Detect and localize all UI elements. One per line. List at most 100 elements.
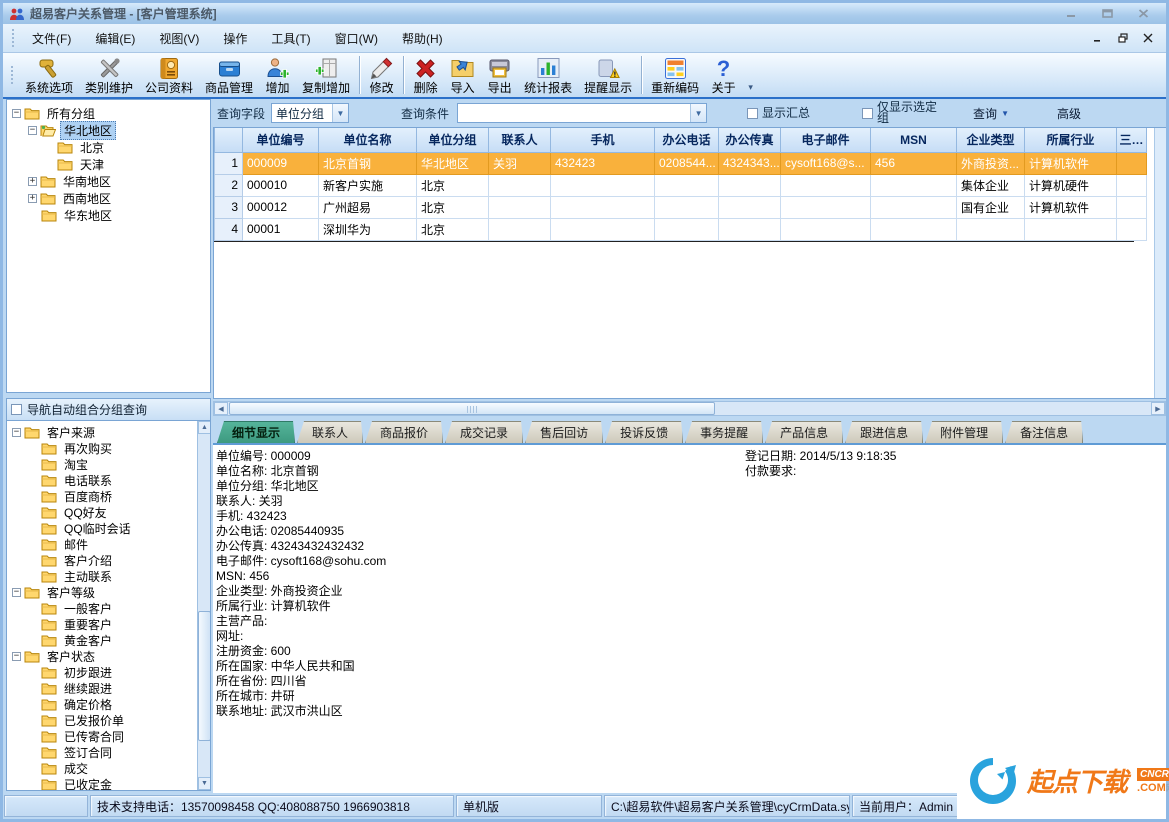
tab-item[interactable]: 商品报价 (365, 421, 443, 443)
tree-item[interactable]: QQ临时会话 (7, 520, 196, 536)
tree-item-label[interactable]: 客户介绍 (61, 552, 115, 569)
chevron-down-icon[interactable]: ▼ (690, 104, 706, 122)
tree-item-label[interactable]: 华东地区 (61, 207, 115, 224)
table-cell[interactable]: 456 (871, 152, 957, 174)
tree-item-label[interactable]: 客户等级 (44, 584, 98, 601)
tree-item[interactable]: 淘宝 (7, 456, 196, 472)
tree-item[interactable]: 北京 (7, 139, 210, 156)
table-cell[interactable] (719, 196, 781, 218)
table-cell[interactable]: 000010 (243, 174, 319, 196)
table-cell[interactable]: 432423 (551, 152, 655, 174)
query-field-combo[interactable]: 单位分组 ▼ (271, 103, 349, 123)
table-cell[interactable] (1117, 196, 1147, 218)
show-summary-checkbox[interactable]: 显示汇总 (747, 108, 810, 119)
expand-icon[interactable]: + (28, 177, 37, 186)
tree-item-label[interactable]: 已传寄合同 (61, 728, 127, 745)
toolbar-button[interactable]: 公司资料 (139, 53, 199, 97)
table-cell[interactable]: 计算机软件 (1025, 196, 1117, 218)
tree-item-label[interactable]: 重要客户 (61, 616, 115, 633)
tree-item-label[interactable]: 淘宝 (61, 456, 91, 473)
menu-item[interactable]: 编辑(E) (83, 26, 147, 51)
scrollbar-thumb[interactable] (229, 402, 715, 415)
table-cell[interactable]: 华北地区 (417, 152, 489, 174)
tree-item-label[interactable]: 邮件 (61, 536, 91, 553)
grid-vertical-scrollbar[interactable] (1154, 128, 1166, 398)
collapse-icon[interactable]: − (12, 652, 21, 661)
tree-item-label[interactable]: 客户状态 (44, 648, 98, 665)
table-cell[interactable]: 北京 (417, 196, 489, 218)
tree-item-label[interactable]: 再次购买 (61, 440, 115, 457)
tree-item-label[interactable]: 西南地区 (60, 190, 114, 207)
table-cell[interactable]: 0208544... (655, 152, 719, 174)
table-cell[interactable]: 计算机软件 (1025, 152, 1117, 174)
mdi-close-button[interactable] (1140, 31, 1156, 45)
tree-item[interactable]: 天津 (7, 156, 210, 173)
table-cell[interactable] (719, 218, 781, 240)
close-button[interactable] (1130, 7, 1156, 21)
tree-item-label[interactable]: 天津 (77, 156, 107, 173)
table-cell[interactable] (655, 174, 719, 196)
tab-item[interactable]: 投诉反馈 (605, 421, 683, 443)
table-cell[interactable]: 新客户实施 (319, 174, 417, 196)
tree-item-label[interactable]: 继续跟进 (61, 680, 115, 697)
tree-item-label[interactable]: 初步跟进 (61, 664, 115, 681)
tree-item-label[interactable]: 黄金客户 (61, 632, 115, 649)
toolbar-button[interactable]: 导入 (444, 53, 481, 97)
tab-item[interactable]: 事务提醒 (685, 421, 763, 443)
scroll-right-icon[interactable]: ▶ (1151, 402, 1165, 415)
table-cell[interactable] (719, 174, 781, 196)
table-cell[interactable] (781, 174, 871, 196)
tree-item[interactable]: 百度商桥 (7, 488, 196, 504)
table-cell[interactable]: 4324343... (719, 152, 781, 174)
table-cell[interactable] (489, 196, 551, 218)
tree-item[interactable]: QQ好友 (7, 504, 196, 520)
mdi-restore-button[interactable] (1115, 31, 1131, 45)
column-header[interactable]: 三… (1117, 128, 1147, 152)
table-cell[interactable] (871, 174, 957, 196)
menu-item[interactable]: 文件(F) (20, 26, 83, 51)
table-row[interactable]: 3000012广州超易北京国有企业计算机软件 (215, 196, 1147, 218)
tree-item[interactable]: 华东地区 (7, 207, 210, 224)
tree-item[interactable]: − 所有分组 (7, 105, 210, 122)
tree-item-label[interactable]: 百度商桥 (61, 488, 115, 505)
scroll-up-icon[interactable]: ▲ (198, 421, 211, 434)
table-row[interactable]: 2000010新客户实施北京集体企业计算机硬件 (215, 174, 1147, 196)
grid-horizontal-scrollbar[interactable]: ◀ ▶ (213, 401, 1166, 416)
tree-item[interactable]: 一般客户 (7, 600, 196, 616)
tab-item[interactable]: 跟进信息 (845, 421, 923, 443)
table-cell[interactable]: 北京 (417, 218, 489, 240)
menu-item[interactable]: 帮助(H) (390, 26, 455, 51)
collapse-icon[interactable]: − (28, 126, 37, 135)
maximize-button[interactable] (1094, 7, 1120, 21)
tree-item-label[interactable]: 电话联系 (61, 472, 115, 489)
collapse-icon[interactable]: − (12, 109, 21, 118)
menu-item[interactable]: 视图(V) (147, 26, 211, 51)
tab-item[interactable]: 产品信息 (765, 421, 843, 443)
table-cell[interactable]: 00001 (243, 218, 319, 240)
query-condition-combo[interactable]: ▼ (457, 103, 707, 123)
table-cell[interactable]: 关羽 (489, 152, 551, 174)
table-cell[interactable] (781, 218, 871, 240)
tree-item-label[interactable]: 华南地区 (60, 173, 114, 190)
table-cell[interactable]: 北京 (417, 174, 489, 196)
tree-item[interactable]: − 客户等级 (7, 584, 196, 600)
column-header[interactable]: 办公传真 (719, 128, 781, 152)
table-cell[interactable] (489, 174, 551, 196)
advanced-button[interactable]: 高级 (1049, 103, 1089, 124)
scroll-left-icon[interactable]: ◀ (214, 402, 228, 415)
toolbar-button[interactable]: 删除 (407, 53, 444, 97)
table-cell[interactable] (957, 218, 1025, 240)
table-cell[interactable] (551, 218, 655, 240)
column-header[interactable]: 所属行业 (1025, 128, 1117, 152)
row-number-cell[interactable]: 1 (215, 152, 243, 174)
table-cell[interactable]: 深圳华为 (319, 218, 417, 240)
scroll-down-icon[interactable]: ▼ (198, 777, 211, 790)
collapse-icon[interactable]: − (12, 588, 21, 597)
tree-item[interactable]: − 客户状态 (7, 648, 196, 664)
tree-item[interactable]: 继续跟进 (7, 680, 196, 696)
table-cell[interactable] (655, 218, 719, 240)
row-number-cell[interactable]: 4 (215, 218, 243, 240)
tree-item-label[interactable]: 所有分组 (44, 105, 98, 122)
mdi-minimize-button[interactable] (1090, 31, 1106, 45)
column-header[interactable]: 联系人 (489, 128, 551, 152)
